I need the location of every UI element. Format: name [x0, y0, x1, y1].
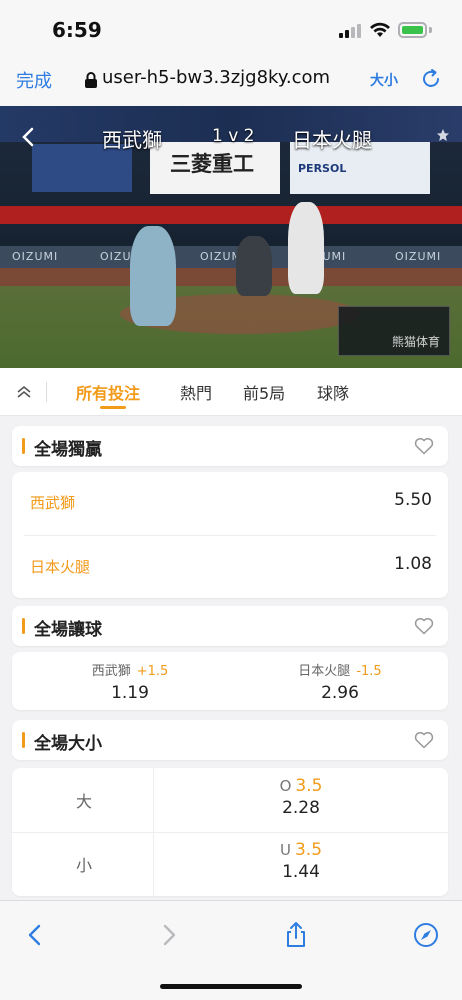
wall-ad: OIZUMI	[12, 250, 59, 263]
section-title: 全場大小	[34, 734, 102, 754]
collapse-icon[interactable]	[14, 382, 34, 402]
totals-row: 大 O 3.5 2.28	[12, 768, 448, 832]
total-line: 3.5	[294, 840, 323, 860]
tab-first-5-innings[interactable]: 前5局	[243, 380, 285, 404]
home-team-name: 西武獅	[102, 128, 162, 152]
under-prefix: U	[279, 841, 291, 859]
persol-board: PERSOL	[298, 162, 347, 175]
odds-value: 2.96	[321, 683, 359, 703]
broadcast-watermark: 熊猫体育	[392, 335, 441, 349]
text-size-button[interactable]: 大小	[370, 70, 398, 90]
team-name: 日本火腿	[30, 558, 91, 576]
totals-header[interactable]: 全場大小	[12, 720, 448, 760]
favorite-heart-icon[interactable]	[414, 437, 434, 455]
sponsor-board: 三菱重工	[170, 152, 254, 176]
lock-icon	[85, 72, 97, 88]
over-prefix: O	[279, 777, 292, 795]
wifi-icon	[370, 22, 390, 37]
odds-value: 1.44	[282, 862, 320, 882]
share-icon[interactable]	[282, 921, 310, 949]
done-button[interactable]: 完成	[16, 67, 52, 93]
match-score: 1 v 2	[212, 126, 255, 146]
totals-option[interactable]: O 3.5 2.28	[154, 768, 448, 832]
handicap-option[interactable]: 西武獅 +1.5 1.19	[30, 660, 230, 703]
pitcher-figure	[130, 226, 176, 326]
handicap-line: -1.5	[356, 664, 382, 679]
total-line: 3.5	[295, 776, 323, 796]
active-tab-indicator	[100, 406, 126, 409]
odds-value: 1.19	[111, 683, 149, 703]
handicap-option[interactable]: 日本火腿 -1.5 2.96	[240, 660, 440, 703]
market-tabs: 所有投注 熱門 前5局 球隊	[0, 368, 462, 416]
status-bar: 6:59	[0, 0, 462, 58]
handicap-line: +1.5	[136, 664, 169, 679]
moneyline-option[interactable]: 日本火腿 1.08	[12, 536, 448, 598]
reload-icon[interactable]	[420, 68, 442, 90]
totals-side: 小	[12, 832, 154, 896]
team-name: 西武獅	[91, 664, 131, 679]
cellular-signal-icon	[339, 24, 363, 38]
video-overlay: 西武獅 1 v 2 日本火腿	[0, 112, 462, 152]
status-time: 6:59	[52, 18, 102, 42]
forward-chevron-icon[interactable]	[154, 921, 182, 949]
back-chevron-icon[interactable]	[22, 921, 50, 949]
totals-row: 小 U 3.5 1.44	[12, 832, 448, 896]
moneyline-card: 西武獅 5.50 日本火腿 1.08	[12, 472, 448, 598]
odds-value: 2.28	[282, 798, 320, 818]
totals-card: 大 O 3.5 2.28 小 U 3.5 1.44	[12, 768, 448, 896]
moneyline-header[interactable]: 全場獨贏	[12, 426, 448, 466]
back-arrow-icon[interactable]	[18, 126, 40, 148]
favorite-heart-icon[interactable]	[414, 617, 434, 635]
tab-popular[interactable]: 熱門	[180, 380, 212, 404]
team-name: 日本火腿	[298, 664, 351, 679]
tab-teams[interactable]: 球隊	[317, 380, 349, 404]
tab-all-bets[interactable]: 所有投注	[76, 380, 140, 404]
totals-option[interactable]: U 3.5 1.44	[154, 832, 448, 896]
side-label: 小	[76, 856, 93, 875]
url-address[interactable]: user-h5-bw3.3zjg8ky.com	[102, 67, 330, 88]
moneyline-option[interactable]: 西武獅 5.50	[12, 472, 448, 534]
browser-url-bar: 完成 user-h5-bw3.3zjg8ky.com 大小	[0, 58, 462, 106]
odds-value: 1.08	[394, 554, 432, 574]
team-name: 西武獅	[30, 494, 76, 512]
handicap-card: 西武獅 +1.5 1.19 日本火腿 -1.5 2.96	[12, 652, 448, 710]
batter-figure	[288, 202, 324, 294]
catcher-figure	[236, 236, 272, 296]
home-indicator	[160, 984, 302, 989]
favorite-heart-icon[interactable]	[414, 731, 434, 749]
side-label: 大	[76, 792, 93, 811]
odds-value: 5.50	[394, 490, 432, 510]
battery-icon	[398, 22, 427, 38]
live-video-player[interactable]: 三菱重工 PERSOL OIZUMI OIZUMI OIZUMI OIZUMI …	[0, 106, 462, 368]
section-title: 全場讓球	[34, 620, 102, 640]
handicap-header[interactable]: 全場讓球	[12, 606, 448, 646]
away-team-name: 日本火腿	[292, 128, 372, 152]
wall-ad: OIZUMI	[395, 250, 442, 263]
section-title: 全場獨贏	[34, 440, 102, 460]
totals-side: 大	[12, 768, 154, 832]
pin-icon[interactable]	[436, 128, 450, 142]
compass-icon[interactable]	[412, 921, 440, 949]
